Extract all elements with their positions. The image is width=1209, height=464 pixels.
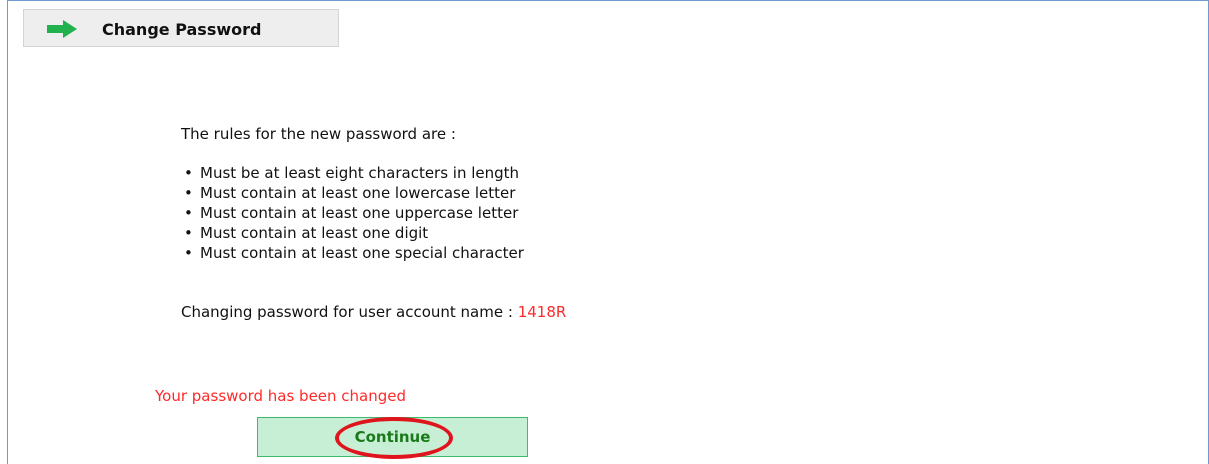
rules-intro: The rules for the new password are :: [181, 125, 456, 143]
rule-text: Must contain at least one special charac…: [200, 244, 524, 262]
continue-button[interactable]: Continue: [257, 417, 528, 457]
page-title-tab: Change Password: [23, 9, 339, 47]
status-message: Your password has been changed: [155, 387, 407, 405]
content-frame: Change Password The rules for the new pa…: [7, 0, 1209, 464]
list-item: • Must contain at least one special chara…: [184, 244, 524, 262]
page-title: Change Password: [102, 20, 262, 39]
right-arrow-icon: [47, 20, 77, 38]
rules-list: • Must be at least eight characters in le…: [181, 163, 524, 263]
account-name: 1418R: [517, 303, 567, 321]
list-item: • Must be at least eight characters in le…: [184, 164, 520, 182]
rule-text: Must contain at least one lowercase lett…: [200, 184, 516, 202]
account-info: Changing password for user account name …: [181, 303, 566, 321]
rule-text: Must contain at least one uppercase lett…: [200, 204, 519, 222]
list-item: • Must contain at least one digit: [184, 224, 429, 242]
rule-text: Must be at least eight characters in len…: [200, 164, 520, 182]
list-item: • Must contain at least one lowercase let…: [184, 184, 516, 202]
list-item: • Must contain at least one uppercase let…: [184, 204, 519, 222]
rule-text: Must contain at least one digit: [200, 224, 429, 242]
account-label: Changing password for user account name …: [181, 303, 518, 321]
